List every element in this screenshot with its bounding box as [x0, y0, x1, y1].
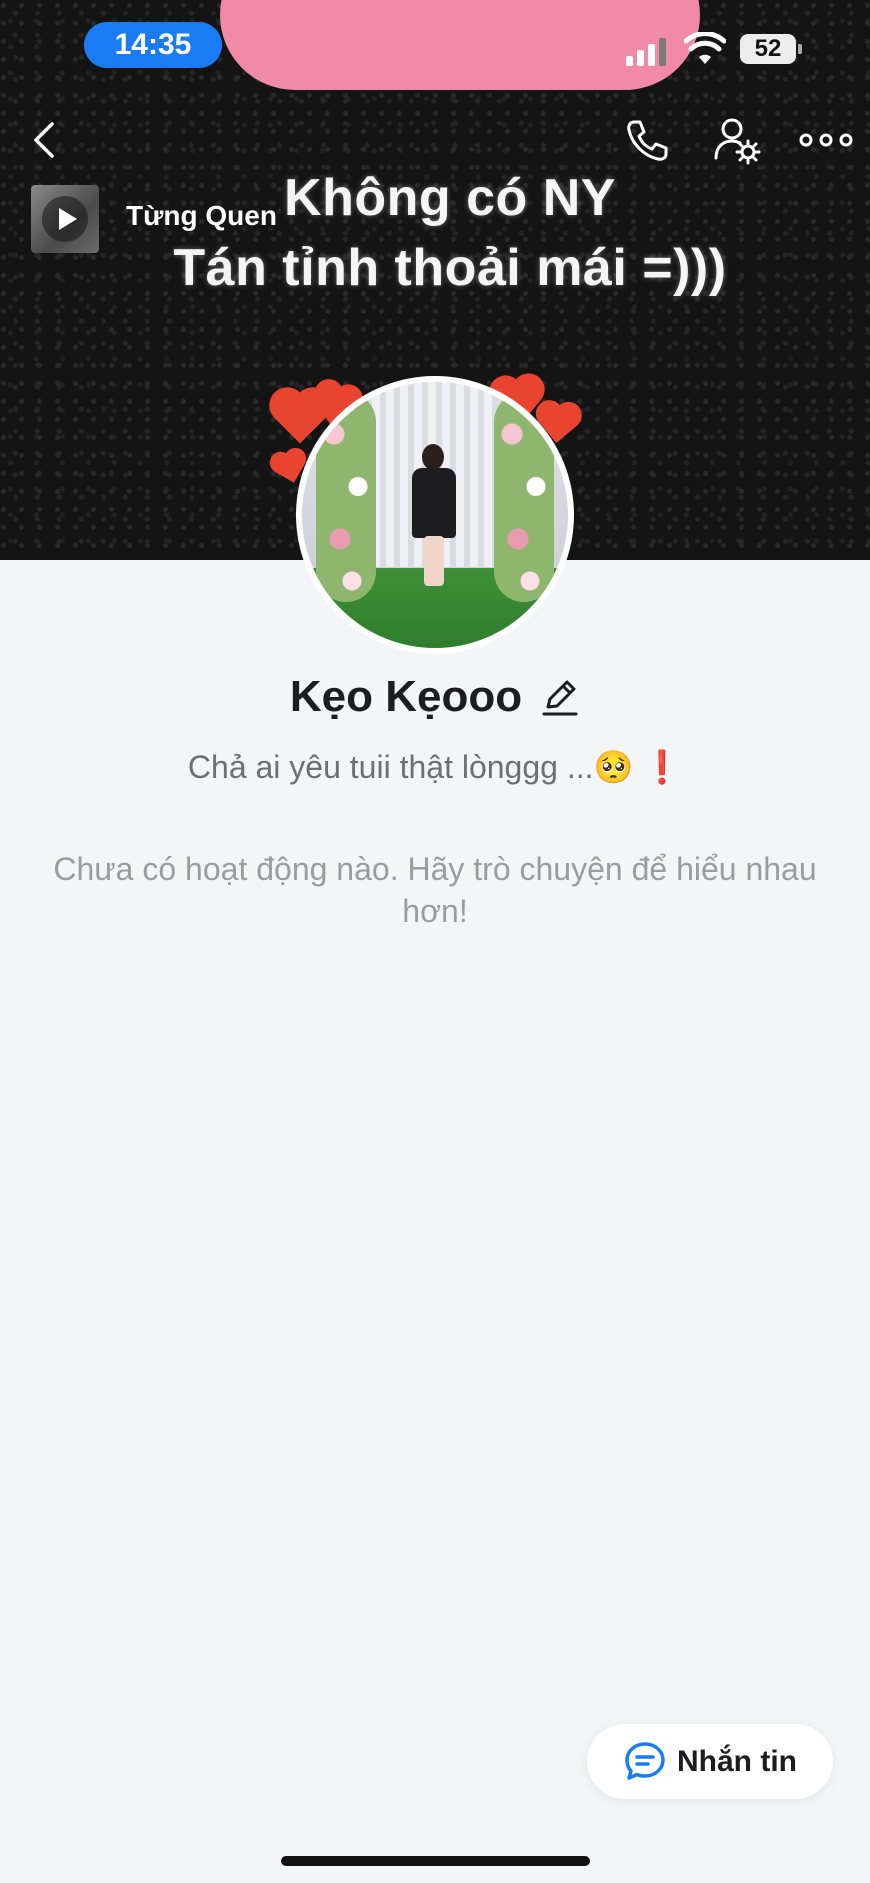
avatar-photo [302, 382, 568, 648]
message-button[interactable]: Nhắn tin [587, 1724, 833, 1799]
avatar[interactable] [296, 376, 574, 654]
music-thumbnail[interactable] [31, 185, 99, 253]
status-time: 14:35 [84, 22, 222, 68]
back-chevron-icon[interactable] [20, 114, 72, 166]
music-title[interactable]: Từng Quen [126, 200, 277, 232]
avatar-flower-arch-left [316, 392, 376, 602]
home-indicator[interactable] [281, 1856, 590, 1866]
more-icon[interactable] [798, 114, 854, 166]
message-button-label: Nhắn tin [677, 1744, 797, 1778]
empty-activity-message: Chưa có hoạt động nào. Hãy trò chuyện để… [53, 851, 817, 929]
cover-text-line2: Tán tỉnh thoải mái =))) [173, 239, 727, 297]
wifi-icon [684, 32, 726, 64]
profile-name: Kẹo Kẹooo [289, 672, 523, 721]
avatar-person-head [422, 444, 444, 470]
user-settings-icon[interactable] [710, 114, 762, 166]
cellular-signal-icon [626, 38, 666, 66]
edit-icon[interactable] [540, 677, 580, 717]
avatar-person-body [412, 468, 456, 538]
battery-indicator: 52 [740, 34, 802, 64]
profile-bio: Chả ai yêu tuii thật lònggg ...🥺 ❗ [187, 749, 683, 785]
avatar-person-legs [424, 536, 444, 586]
cover-pink-cloud [250, 0, 670, 80]
profile-name-row: Kẹo Kẹooo [0, 672, 870, 722]
avatar-flower-arch-right [494, 392, 554, 602]
chat-icon [625, 1741, 665, 1780]
play-icon[interactable] [42, 196, 88, 242]
phone-icon[interactable] [620, 114, 672, 166]
